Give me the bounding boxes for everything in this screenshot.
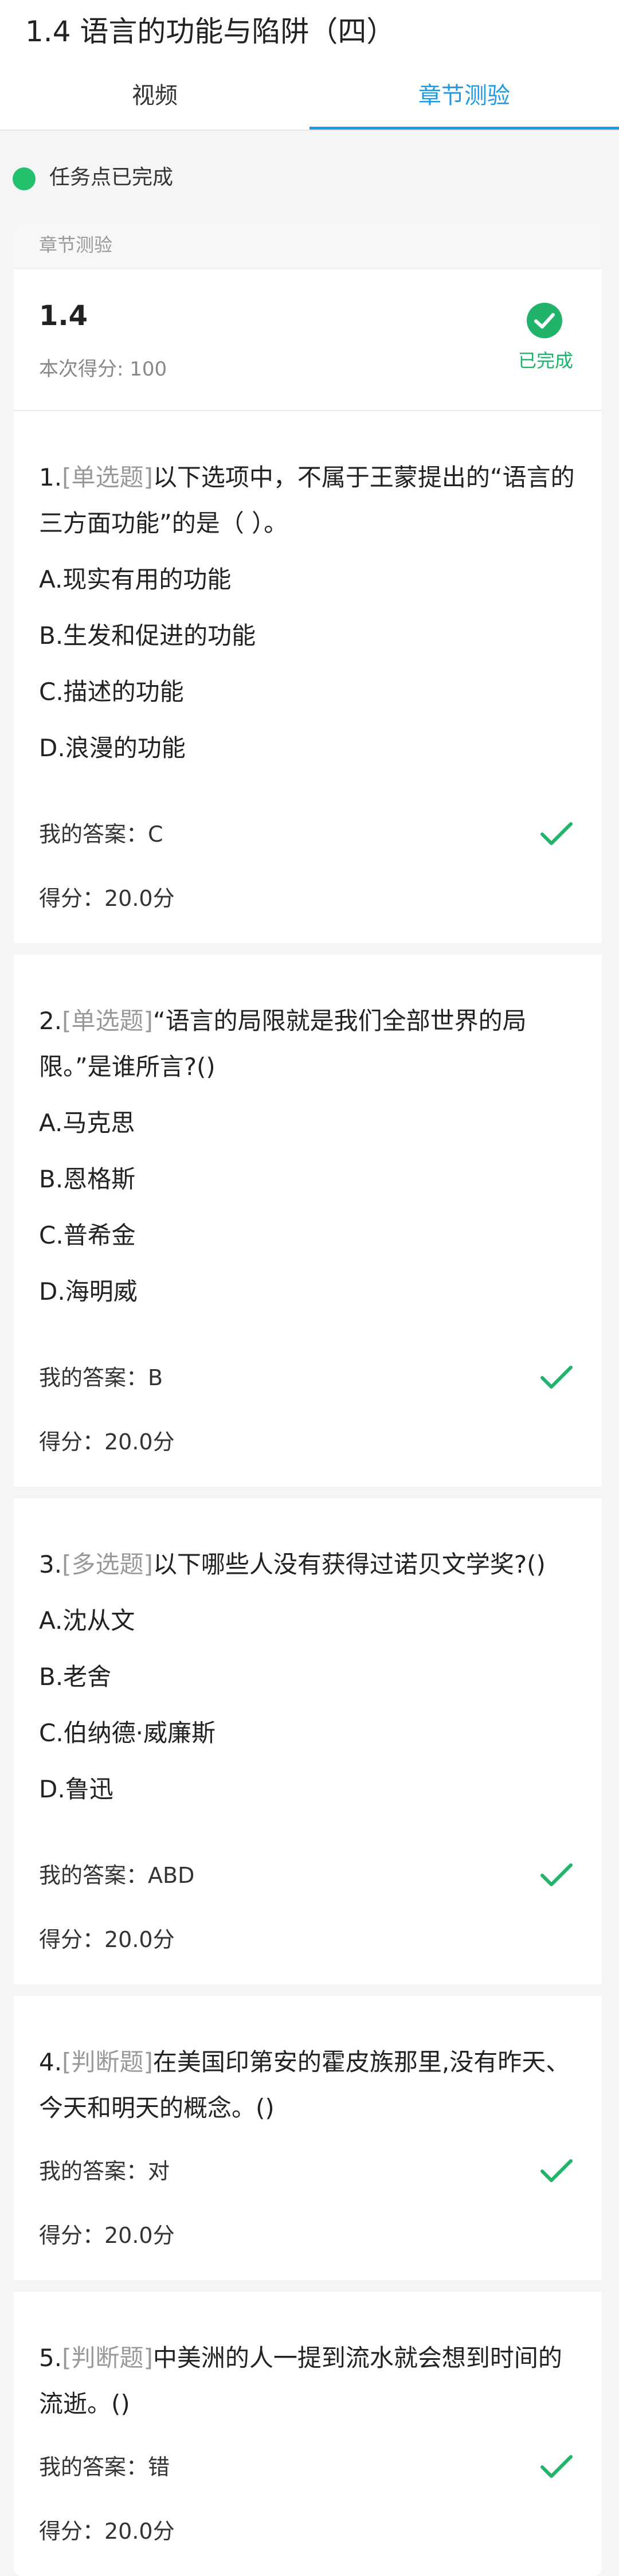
my-answer: 我的答案：对	[39, 2159, 170, 2184]
tab-bar: 视频 章节测验	[0, 72, 619, 130]
option-item: D.鲁迅	[39, 1775, 113, 1803]
question-score: 得分：20.0分	[39, 1429, 175, 1455]
check-circle-icon	[527, 303, 562, 338]
my-answer-row: 我的答案：错	[39, 2435, 577, 2499]
card-header: 章节测验	[14, 221, 602, 269]
question-score: 得分：20.0分	[39, 2519, 175, 2544]
quiz-card: 章节测验 1.4 本次得分: 100 已完成 1.[单选题]以下选项中，不属于王…	[14, 221, 602, 2576]
option-item: C.描述的功能	[39, 678, 184, 706]
card-header-title: 章节测验	[39, 234, 113, 256]
page-title: 1.4 语言的功能与陷阱（四）	[25, 15, 395, 48]
question-number: 1.	[39, 463, 62, 491]
check-icon	[540, 2455, 573, 2478]
question-list: 1.[单选题]以下选项中，不属于王蒙提出的“语言的三方面功能”的是（ ）。 A.现…	[14, 411, 602, 2576]
my-answer-row: 我的答案：对	[39, 2139, 577, 2203]
option-item: A.现实有用的功能	[39, 565, 232, 593]
question-text: 3.[多选题]以下哪些人没有获得过诺贝文学奖?()	[39, 1542, 577, 1588]
question-text: 2.[单选题]“语言的局限就是我们全部世界的局限。”是谁所言?()	[39, 998, 577, 1090]
question-number: 4.	[39, 2048, 62, 2076]
check-icon	[540, 2159, 573, 2182]
question-type: [单选题]	[62, 463, 153, 491]
question-text: 5.[判断题]中美洲的人一提到流水就会想到时间的流逝。()	[39, 2335, 577, 2427]
question-item: 2.[单选题]“语言的局限就是我们全部世界的局限。”是谁所言?() A.马克思 B.…	[14, 943, 602, 1487]
check-icon	[540, 822, 573, 845]
option-item: B.恩格斯	[39, 1165, 136, 1193]
my-answer: 我的答案：B	[39, 1365, 163, 1390]
option-item: D.浪漫的功能	[39, 734, 186, 762]
my-answer: 我的答案：C	[39, 822, 163, 847]
task-status-text: 任务点已完成	[49, 166, 174, 189]
quiz-score: 本次得分: 100	[39, 358, 167, 381]
question-number: 5.	[39, 2344, 62, 2372]
my-answer-row: 我的答案：C	[39, 802, 577, 866]
question-type: [判断题]	[62, 2048, 153, 2076]
option-item: C.普希金	[39, 1221, 136, 1249]
option-item: B.老舍	[39, 1663, 112, 1691]
question-type: [判断题]	[62, 2344, 153, 2372]
completed-label: 已完成	[518, 350, 573, 372]
question-score: 得分：20.0分	[39, 2223, 175, 2248]
quiz-summary: 1.4 本次得分: 100 已完成	[14, 269, 602, 411]
option-item: A.马克思	[39, 1109, 135, 1137]
question-type: [单选题]	[62, 1007, 153, 1035]
question-type: [多选题]	[62, 1550, 153, 1578]
my-answer: 我的答案：错	[39, 2454, 170, 2480]
page-header: 1.4 语言的功能与陷阱（四） 视频 章节测验	[0, 0, 619, 131]
tab-chapter-quiz[interactable]: 章节测验	[310, 72, 619, 130]
question-stem: 以下哪些人没有获得过诺贝文学奖?()	[152, 1550, 546, 1578]
question-number: 2.	[39, 1007, 62, 1035]
my-answer-row: 我的答案：ABD	[39, 1843, 577, 1907]
check-icon	[540, 1366, 573, 1389]
question-score: 得分：20.0分	[39, 1927, 175, 1952]
my-answer: 我的答案：ABD	[39, 1863, 195, 1888]
question-score: 得分：20.0分	[39, 886, 175, 911]
check-icon	[540, 1863, 573, 1886]
option-item: C.伯纳德·威廉斯	[39, 1719, 216, 1747]
question-item: 3.[多选题]以下哪些人没有获得过诺贝文学奖?() A.沈从文 B.老舍 C.伯纳德·…	[14, 1487, 602, 1984]
option-item: A.沈从文	[39, 1606, 135, 1635]
question-text: 4.[判断题]在美国印第安的霍皮族那里,没有昨天、今天和明天的概念。()	[39, 2039, 577, 2131]
question-item: 5.[判断题]中美洲的人一提到流水就会想到时间的流逝。() 我的答案：错 得分：20…	[14, 2280, 602, 2576]
task-status: 任务点已完成	[0, 131, 619, 221]
question-number: 3.	[39, 1550, 62, 1578]
status-dot-icon	[13, 167, 36, 190]
question-item: 1.[单选题]以下选项中，不属于王蒙提出的“语言的三方面功能”的是（ ）。 A.现…	[14, 411, 602, 943]
option-item: D.海明威	[39, 1277, 138, 1305]
question-text: 1.[单选题]以下选项中，不属于王蒙提出的“语言的三方面功能”的是（ ）。	[39, 455, 577, 546]
question-item: 4.[判断题]在美国印第安的霍皮族那里,没有昨天、今天和明天的概念。() 我的答案…	[14, 1984, 602, 2280]
quiz-number: 1.4	[39, 300, 88, 332]
tab-video[interactable]: 视频	[0, 72, 310, 130]
my-answer-row: 我的答案：B	[39, 1346, 577, 1410]
option-item: B.生发和促进的功能	[39, 621, 256, 650]
